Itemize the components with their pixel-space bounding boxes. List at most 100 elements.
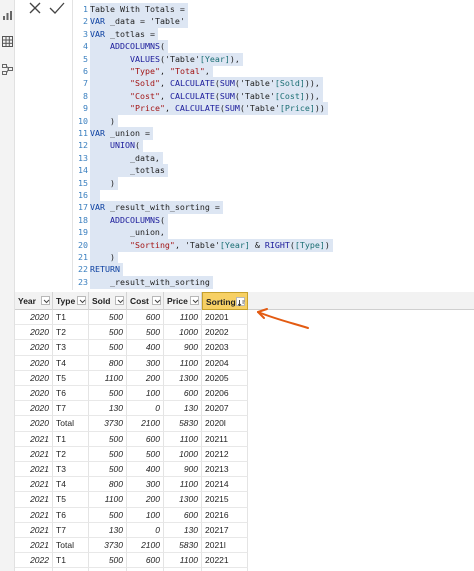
cell-price: 1100 (164, 355, 202, 371)
code-text: _union, (90, 226, 168, 240)
data-view-icon[interactable] (2, 32, 13, 47)
cancel-formula-button[interactable] (24, 0, 46, 18)
cell-cost: 400 (127, 340, 164, 356)
table-row[interactable]: 2021 T2 500 500 1000 20212 (15, 446, 474, 462)
code-text: _totlas (90, 164, 168, 178)
column-header-sorting[interactable]: Sorting (202, 292, 248, 310)
cell-sold: 500 (89, 431, 127, 447)
chevron-down-icon[interactable] (77, 296, 86, 305)
x-icon (29, 2, 41, 14)
cell-sold: 500 (89, 462, 127, 478)
report-view-icon[interactable] (2, 6, 13, 20)
annotation-arrow (257, 308, 309, 329)
line-number: 1 (83, 4, 88, 14)
chevron-down-icon[interactable] (41, 296, 50, 305)
code-text: Table With Totals = (90, 3, 188, 16)
table-row[interactable]: 2021 T6 500 100 600 20216 (15, 507, 474, 523)
cell-sold: 500 (89, 325, 127, 341)
cell-type: T6 (53, 386, 89, 402)
cell-type: T7 (53, 522, 89, 538)
line-number: 21 (78, 252, 88, 262)
table-row[interactable]: 2020 T5 1100 200 1300 20205 (15, 370, 474, 386)
column-header-year[interactable]: Year (15, 292, 53, 310)
column-header-sold[interactable]: Sold (89, 292, 127, 310)
cell-price: 130 (164, 522, 202, 538)
cell-price: 5830 (164, 416, 202, 432)
line-number: 5 (83, 53, 88, 64)
chevron-down-icon[interactable] (115, 296, 124, 305)
cell-sold: 500 (89, 310, 127, 326)
line-number: 17 (78, 202, 88, 213)
cell-type: T5 (53, 492, 89, 508)
column-header-label: Sold (92, 296, 111, 306)
table-row[interactable]: 2020 T6 500 100 600 20206 (15, 386, 474, 402)
table-row[interactable]: 2020 T4 800 300 1100 20204 (15, 355, 474, 371)
cell-price: 5830 (164, 538, 202, 554)
cell-sold: 130 (89, 401, 127, 417)
formula-bar-buttons (20, 0, 70, 20)
column-header-label: Type (56, 296, 76, 306)
cell-sorting: 20213 (202, 462, 248, 478)
table-row[interactable]: 2021 T5 1100 200 1300 20215 (15, 492, 474, 508)
cell-year: 2021 (15, 492, 53, 508)
cell-year: 2022 (15, 553, 53, 569)
column-header-price[interactable]: Price (164, 292, 202, 310)
table-row[interactable]: 2020 T3 500 400 900 20203 (15, 340, 474, 356)
cell-year: 2020 (15, 355, 53, 371)
code-text: VAR _union = (90, 127, 153, 140)
line-number: 13 (78, 152, 88, 163)
cell-price: 600 (164, 507, 202, 523)
cell-cost: 2100 (127, 538, 164, 554)
cell-year: 2020 (15, 370, 53, 386)
cell-cost: 0 (127, 522, 164, 538)
cell-cost: 300 (127, 477, 164, 493)
table-row[interactable]: 2021 T3 500 400 900 20213 (15, 462, 474, 478)
cell-sorting: 20215 (202, 492, 248, 508)
cell-cost: 600 (127, 310, 164, 326)
line-number: 9 (83, 103, 88, 114)
cell-sorting: 20212 (202, 446, 248, 462)
cell-price: 130 (164, 401, 202, 417)
table-row[interactable]: 2020 T7 130 0 130 20207 (15, 401, 474, 417)
cell-type: T3 (53, 340, 89, 356)
cell-sorting: 20221 (202, 553, 248, 569)
line-number: 3 (83, 28, 88, 39)
code-text: ) (90, 251, 118, 264)
cell-price: 1100 (164, 477, 202, 493)
cell-sold: 130 (89, 522, 127, 538)
table-row[interactable]: 2021 T7 130 0 130 20217 (15, 522, 474, 538)
cell-year: 2020 (15, 340, 53, 356)
chevron-down-icon[interactable] (190, 296, 199, 305)
cell-cost: 100 (127, 507, 164, 523)
cell-cost: 500 (127, 446, 164, 462)
table-row[interactable]: 2022 T1 500 600 1100 20221 (15, 553, 474, 569)
cell-year: 2020 (15, 401, 53, 417)
table-row[interactable]: 2020 Total 3730 2100 5830 2020l (15, 416, 474, 432)
column-header-label: Year (18, 296, 36, 306)
commit-formula-button[interactable] (46, 0, 68, 18)
cell-sold: 1100 (89, 370, 127, 386)
cell-price: 1000 (164, 446, 202, 462)
model-view-icon[interactable] (2, 60, 13, 75)
cell-price: 1000 (164, 325, 202, 341)
view-rail (0, 0, 15, 571)
cell-year: 2021 (15, 507, 53, 523)
column-header-type[interactable]: Type (53, 292, 89, 310)
code-text: ADDCOLUMNS( (90, 40, 168, 54)
cell-type: T1 (53, 553, 89, 569)
line-number: 7 (83, 78, 88, 89)
dax-formula-editor[interactable]: 1 Table With Totals = 2 VAR _data = 'Table'… (74, 3, 394, 291)
cell-sorting: 20217 (202, 522, 248, 538)
cell-price: 1100 (164, 553, 202, 569)
cell-sorting: 2020l (202, 416, 248, 432)
table-row[interactable]: 2020 T2 500 500 1000 20202 (15, 325, 474, 341)
chevron-down-icon[interactable] (152, 296, 161, 305)
table-row[interactable]: 2020 T1 500 600 1100 20201 (15, 310, 474, 326)
table-row[interactable]: 2021 T1 500 600 1100 20211 (15, 431, 474, 447)
table-row[interactable]: 2021 Total 3730 2100 5830 2021l (15, 538, 474, 554)
cell-sold: 3730 (89, 538, 127, 554)
column-header-cost[interactable]: Cost (127, 292, 164, 310)
line-number: 4 (83, 41, 88, 52)
table-row[interactable]: 2021 T4 800 300 1100 20214 (15, 477, 474, 493)
sort-ascending-icon[interactable] (236, 297, 245, 306)
